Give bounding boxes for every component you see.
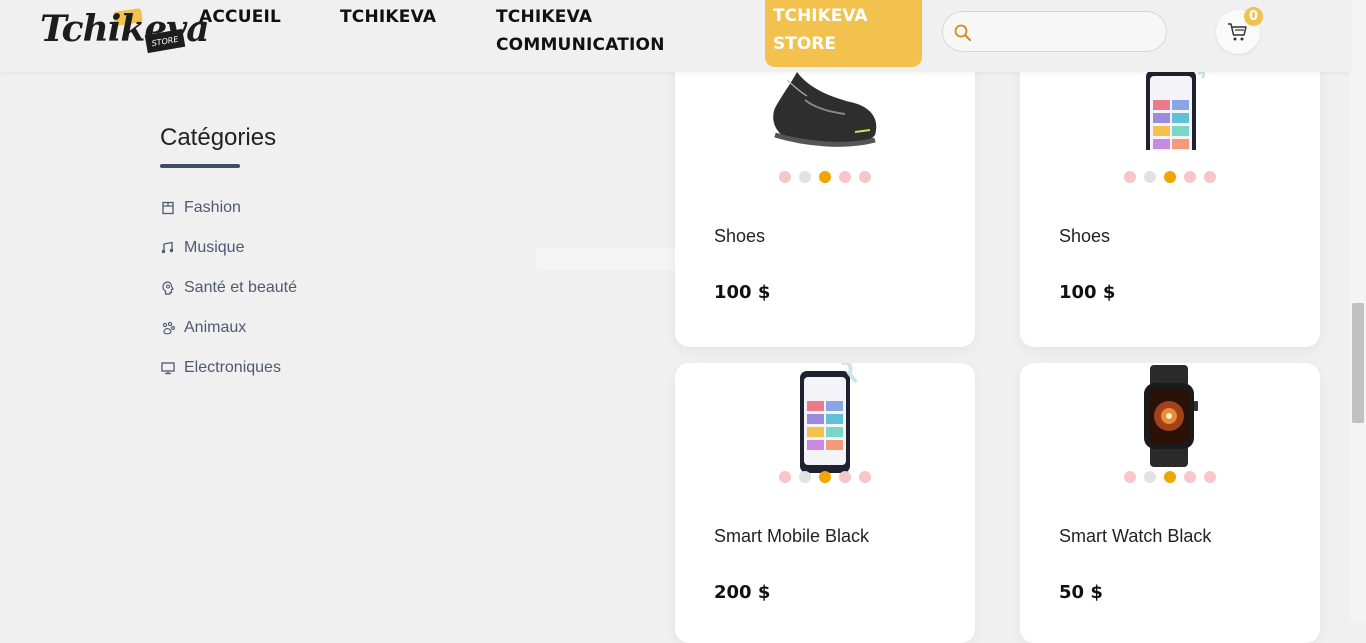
nav-tchikeva-store[interactable]: TCHIKEVA STORE xyxy=(765,0,922,67)
shirt-icon xyxy=(162,201,174,215)
smartphone-image xyxy=(800,363,857,473)
carousel-dot[interactable] xyxy=(1204,171,1216,183)
carousel-dot-active[interactable] xyxy=(819,171,831,183)
carousel-dot[interactable] xyxy=(839,171,851,183)
search-box xyxy=(942,11,1167,52)
monitor-icon xyxy=(161,362,175,375)
product-card[interactable]: Smart Mobile Black 200 $ xyxy=(675,363,975,643)
scrollbar-thumb[interactable] xyxy=(1352,303,1364,423)
product-name: Smart Watch Black xyxy=(1059,526,1212,546)
product-price: 200 $ xyxy=(714,582,771,603)
categories-title: Catégories xyxy=(160,124,277,151)
cart-icon xyxy=(1228,23,1247,41)
carousel-dot[interactable] xyxy=(1144,171,1156,183)
carousel-dot[interactable] xyxy=(799,171,811,183)
category-label: Electroniques xyxy=(184,359,281,376)
carousel-dot[interactable] xyxy=(779,171,791,183)
product-card[interactable]: Shoes 100 $ xyxy=(1020,40,1320,347)
carousel-dot[interactable] xyxy=(1184,471,1196,483)
carousel-dot[interactable] xyxy=(859,471,871,483)
product-name: Smart Mobile Black xyxy=(714,526,870,546)
category-musique[interactable]: Musique xyxy=(161,236,244,260)
carousel-dot-active[interactable] xyxy=(1164,171,1176,183)
nav-tchikeva-communication[interactable]: TCHIKEVA COMMUNICATION xyxy=(496,3,665,59)
carousel-dot[interactable] xyxy=(1144,471,1156,483)
nav-accueil[interactable]: ACCUEIL xyxy=(199,3,281,31)
carousel-dot[interactable] xyxy=(839,471,851,483)
category-sante-beaute[interactable]: Santé et beauté xyxy=(161,276,297,300)
carousel-dot[interactable] xyxy=(1184,171,1196,183)
nav-tchikeva-label: TCHIKEVA xyxy=(340,7,437,27)
paw-icon xyxy=(162,321,175,335)
nav-communication-line1: TCHIKEVA xyxy=(496,7,593,27)
search-input[interactable] xyxy=(981,20,1155,44)
carousel-dot[interactable] xyxy=(799,471,811,483)
carousel-dots xyxy=(779,471,871,483)
nav-tchikeva[interactable]: TCHIKEVA xyxy=(340,3,436,31)
carousel-dot[interactable] xyxy=(859,171,871,183)
cart-count-badge: 0 xyxy=(1244,7,1263,26)
product-card[interactable]: Shoes 100 $ xyxy=(675,40,975,347)
product-price: 50 $ xyxy=(1059,582,1103,603)
category-animaux[interactable]: Animaux xyxy=(161,316,246,340)
nav-communication-line2: COMMUNICATION xyxy=(496,35,665,55)
carousel-dot[interactable] xyxy=(1124,171,1136,183)
carousel-dots xyxy=(1124,171,1216,183)
nav-store-line1: TCHIKEVA xyxy=(773,6,868,26)
head-icon xyxy=(162,281,174,295)
smartwatch-image xyxy=(1144,365,1198,467)
carousel-dot[interactable] xyxy=(779,471,791,483)
music-icon xyxy=(161,241,174,254)
category-electroniques[interactable]: Electroniques xyxy=(161,356,281,380)
categories-underline xyxy=(160,164,240,168)
carousel-dot[interactable] xyxy=(1124,471,1136,483)
header: Tchikeva STORE ACCUEIL TCHIKEVA TCHIKEVA… xyxy=(0,0,1350,72)
product-name: Shoes xyxy=(714,226,766,246)
logo[interactable]: Tchikeva STORE xyxy=(38,6,210,58)
carousel-dot[interactable] xyxy=(1204,471,1216,483)
category-label: Animaux xyxy=(184,319,247,336)
carousel-dot-active[interactable] xyxy=(819,471,831,483)
nav-accueil-label: ACCUEIL xyxy=(199,7,282,27)
carousel-dots xyxy=(1124,471,1216,483)
category-label: Musique xyxy=(184,239,245,256)
search-icon[interactable] xyxy=(953,23,973,43)
category-label: Santé et beauté xyxy=(184,279,297,296)
carousel-dot-active[interactable] xyxy=(1164,471,1176,483)
carousel-dots xyxy=(779,171,871,183)
product-price: 100 $ xyxy=(1059,282,1116,303)
product-name: Shoes xyxy=(1059,226,1111,246)
category-fashion[interactable]: Fashion xyxy=(161,196,241,220)
category-label: Fashion xyxy=(184,199,241,216)
product-card[interactable]: Smart Watch Black 50 $ xyxy=(1020,363,1320,643)
product-price: 100 $ xyxy=(714,282,771,303)
nav-store-line2: STORE xyxy=(773,34,836,54)
